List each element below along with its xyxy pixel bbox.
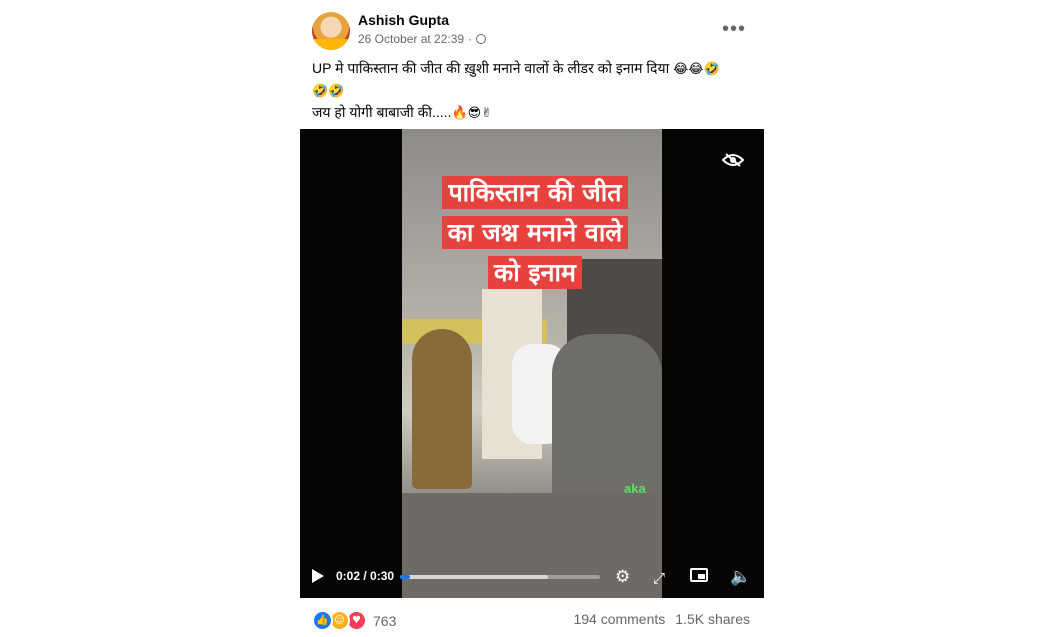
video-overlay-line-2: का जश्न मनाने वाले bbox=[430, 213, 640, 253]
video-player[interactable]: aka पाकिस्तान की जीत का जश्न मनाने वाले … bbox=[300, 129, 764, 598]
author-name[interactable]: Ashish Gupta bbox=[358, 12, 449, 28]
caption-line-1: UP मे पाकिस्तान की जीत की ख़ुशी मनाने वा… bbox=[312, 60, 670, 76]
expand-icon[interactable]: ⤢ bbox=[653, 569, 665, 587]
video-overlay-line-1: पाकिस्तान की जीत bbox=[430, 173, 640, 213]
post-stats: 194 comments 1.5K shares bbox=[573, 611, 750, 627]
video-controls: 0:02 / 0:30 ⚙ ⤢ 🔈 bbox=[300, 556, 764, 598]
shares-count[interactable]: 1.5K shares bbox=[675, 611, 750, 627]
pip-icon[interactable] bbox=[690, 568, 708, 582]
reactions[interactable]: 👍 ☺ ♥ 763 bbox=[312, 610, 396, 631]
eye-slash-icon[interactable] bbox=[722, 153, 744, 167]
globe-icon bbox=[476, 34, 487, 44]
video-time: 0:02 / 0:30 bbox=[336, 569, 395, 583]
progress-buffered bbox=[400, 575, 548, 579]
gear-icon[interactable]: ⚙ bbox=[615, 567, 630, 587]
comments-count[interactable]: 194 comments bbox=[573, 611, 665, 627]
play-icon[interactable] bbox=[312, 569, 324, 583]
like-reaction-icon: 👍 bbox=[312, 610, 333, 631]
caption-emoji-3: 🔥😎✌ bbox=[451, 106, 493, 121]
reaction-count[interactable]: 763 bbox=[373, 613, 396, 629]
author-avatar[interactable] bbox=[312, 12, 350, 50]
facebook-post: Ashish Gupta 26 October at 22:39 · ••• U… bbox=[300, 0, 764, 637]
post-meta: 26 October at 22:39 · bbox=[358, 32, 487, 46]
more-options-button[interactable]: ••• bbox=[722, 18, 746, 41]
volume-icon[interactable]: 🔈 bbox=[730, 567, 751, 587]
post-date[interactable]: 26 October at 22:39 bbox=[358, 32, 464, 46]
meta-separator: · bbox=[468, 32, 473, 46]
video-overlay-line-3: को इनाम bbox=[430, 253, 640, 293]
progress-bar[interactable] bbox=[400, 575, 600, 579]
progress-played bbox=[400, 575, 410, 579]
post-caption: UP मे पाकिस्तान की जीत की ख़ुशी मनाने वा… bbox=[312, 58, 757, 124]
video-watermark: aka bbox=[624, 481, 646, 496]
caption-emoji-1: 😂😂🤣 bbox=[673, 62, 720, 77]
caption-line-3: जय हो योगी बाबाजी की..... bbox=[312, 104, 452, 120]
caption-emoji-2: 🤣🤣 bbox=[312, 84, 345, 99]
